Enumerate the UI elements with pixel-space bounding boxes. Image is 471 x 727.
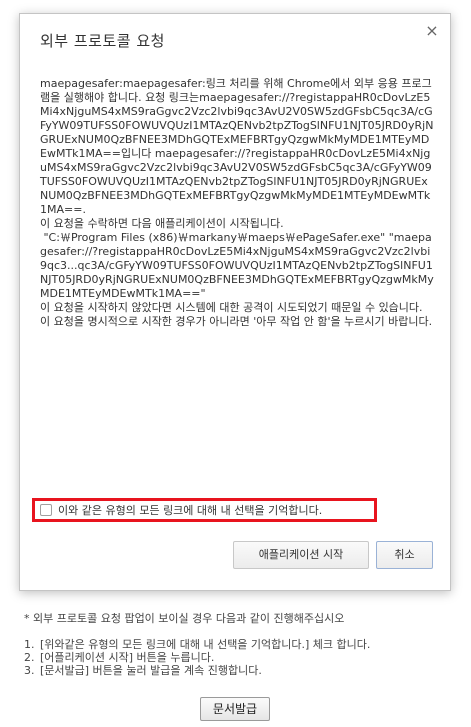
issue-document-button[interactable]: 문서발급 [200,697,270,721]
step-text: [어플리케이션 시작] 버튼을 누릅니다. [40,651,215,664]
accept-notice-text: 이 요청을 수락하면 다음 애플리케이션이 시작됩니다. [40,217,284,230]
security-warning-text: 이 요청을 시작하지 않았다면 시스템에 대한 공격이 시도되었기 때문일 수 … [40,301,433,328]
step-number: 2. [24,651,35,664]
dialog-message: maepagesafer:maepagesafer:링크 처리를 위해 Chro… [40,77,434,329]
instruction-steps: 1. [위와같은 유형의 모든 링크에 대해 내 선택을 기억합니다.] 체크 합… [24,638,370,677]
instruction-note: * 외부 프로토콜 요청 팝업이 보이실 경우 다음과 같이 진행해주십시오 [24,612,345,625]
instruction-step: 2. [어플리케이션 시작] 버튼을 누릅니다. [24,651,370,664]
remember-choice-highlight: 이와 같은 유형의 모든 링크에 대해 내 선택을 기억합니다. [32,498,377,522]
instruction-step: 1. [위와같은 유형의 모든 링크에 대해 내 선택을 기억합니다.] 체크 합… [24,638,370,651]
step-text: [위와같은 유형의 모든 링크에 대해 내 선택을 기억합니다.] 체크 합니다… [40,638,371,651]
remember-choice-checkbox[interactable] [40,504,52,516]
remember-choice-label[interactable]: 이와 같은 유형의 모든 링크에 대해 내 선택을 기억합니다. [58,502,322,518]
cancel-button[interactable]: 취소 [376,541,433,569]
step-number: 3. [24,664,35,677]
request-link-text: maepagesafer:maepagesafer:링크 처리를 위해 Chro… [40,77,434,216]
step-text: [문서발급] 버튼을 눌러 발급을 계속 진행합니다. [40,664,262,677]
external-protocol-dialog: 외부 프로토콜 요청 × maepagesafer:maepagesafer:링… [19,13,451,591]
instruction-step: 3. [문서발급] 버튼을 눌러 발급을 계속 진행합니다. [24,664,370,677]
launch-application-button[interactable]: 애플리케이션 시작 [233,541,369,569]
application-command-text: "C:￦Program Files (x86)￦markany￦maeps￦eP… [40,231,434,300]
step-number: 1. [24,638,35,651]
dialog-title: 외부 프로토콜 요청 [40,32,165,50]
close-icon[interactable]: × [424,23,440,39]
